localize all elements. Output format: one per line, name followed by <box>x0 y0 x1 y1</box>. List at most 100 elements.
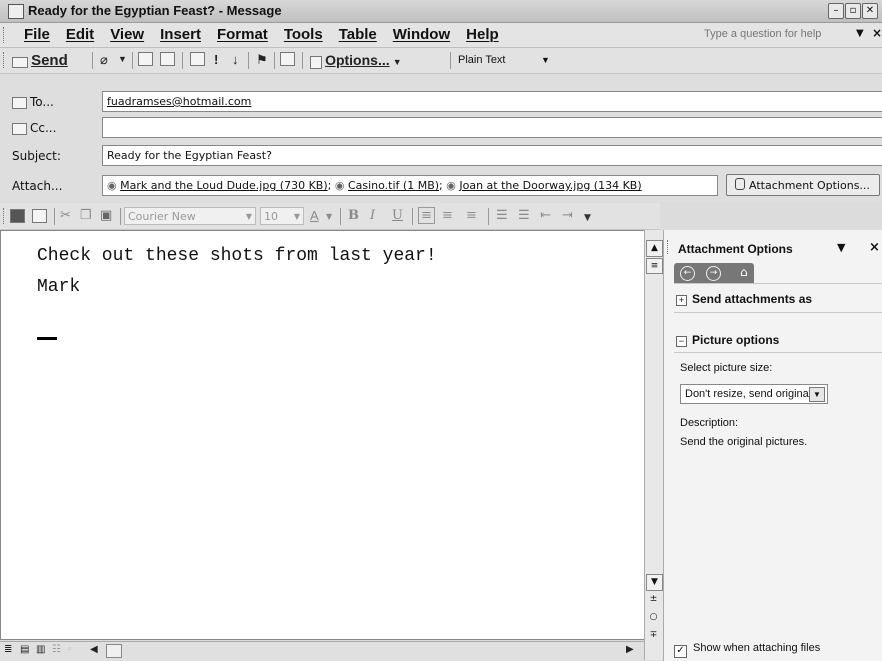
previous-page-icon[interactable]: ± <box>646 592 661 607</box>
font-color-dropdown-icon[interactable]: ▼ <box>326 212 332 221</box>
flag-icon[interactable]: ⚑ <box>256 52 268 68</box>
toolbar-options-icon[interactable]: ▼ <box>584 213 591 223</box>
align-right-icon[interactable]: ≡ <box>466 208 477 223</box>
pane-navigation: ← → ⌂ <box>674 263 754 283</box>
message-format-select[interactable]: Plain Text ▼ <box>455 51 555 69</box>
scroll-up-button[interactable]: ▲ <box>646 240 663 257</box>
menubar-grip[interactable] <box>3 27 7 43</box>
text-cursor <box>37 337 57 340</box>
menu-file[interactable]: File <box>16 26 58 43</box>
print-icon <box>32 209 47 223</box>
web-layout-icon[interactable]: ▤ <box>20 644 29 660</box>
pane-grip[interactable] <box>667 240 671 254</box>
picture-options-expander[interactable]: − Picture options <box>676 333 779 347</box>
window-title: Ready for the Egyptian Feast? - Message <box>28 3 282 18</box>
normal-view-icon[interactable]: ≣ <box>4 644 12 660</box>
forward-icon[interactable]: → <box>706 266 721 281</box>
attach-label[interactable]: Attach... <box>12 179 62 193</box>
to-button[interactable]: To... <box>12 95 54 109</box>
attachment-1[interactable]: Mark and the Loud Dude.jpg (730 KB) <box>120 179 328 192</box>
address-book-button[interactable] <box>138 52 153 68</box>
align-center-icon[interactable]: ≡ <box>442 208 453 223</box>
print-layout-icon[interactable]: ▥ <box>36 644 45 660</box>
importance-high-icon[interactable]: ! <box>214 52 218 68</box>
attachment-3[interactable]: Joan at the Doorway.jpg (134 KB) <box>459 179 641 192</box>
select-browse-object-icon[interactable]: ○ <box>646 610 661 625</box>
to-recipient[interactable]: fuadramses@hotmail.com <box>107 95 251 108</box>
scroll-left-button[interactable]: ◀ <box>90 644 98 660</box>
horizontal-scroll-thumb[interactable] <box>106 644 122 658</box>
scroll-down-button[interactable]: ▼ <box>646 574 663 591</box>
maximize-button[interactable]: ▫ <box>845 3 861 19</box>
bold-icon[interactable]: B <box>348 208 359 223</box>
close-document-icon[interactable]: × <box>872 26 882 40</box>
cc-field[interactable] <box>102 117 882 138</box>
check-names-button[interactable] <box>160 52 175 68</box>
align-left-icon[interactable]: ≡ <box>418 207 435 224</box>
options-button[interactable]: Options... ▼ <box>310 52 402 69</box>
menu-help[interactable]: Help <box>458 26 507 43</box>
save-button[interactable] <box>10 209 25 225</box>
increase-indent-icon[interactable]: ⇥ <box>562 208 573 223</box>
picture-size-select[interactable]: Don't resize, send originals ▼ <box>680 384 828 404</box>
outline-view-icon[interactable]: ☷ <box>52 644 61 660</box>
send-attachments-as-expander[interactable]: + Send attachments as <box>676 292 812 306</box>
separator <box>340 208 341 225</box>
pane-close-icon[interactable]: × <box>869 240 880 255</box>
formatting-grip[interactable] <box>3 208 7 224</box>
help-dropdown-icon[interactable]: ▼ <box>856 28 864 39</box>
insert-file-button[interactable]: ⌀ <box>100 52 108 68</box>
menu-bar: File Edit View Insert Format Tools Table… <box>0 23 882 48</box>
cut-icon[interactable]: ✂ <box>60 208 71 223</box>
numbered-list-icon[interactable]: ☰ <box>496 208 508 223</box>
subject-field[interactable]: Ready for the Egyptian Feast? <box>102 145 882 166</box>
menu-window[interactable]: Window <box>385 26 458 43</box>
print-button[interactable] <box>32 209 47 225</box>
permission-button[interactable] <box>280 52 295 68</box>
reading-view-icon[interactable]: ▫ <box>68 644 72 660</box>
help-search-input[interactable]: Type a question for help <box>704 28 821 40</box>
menu-table[interactable]: Table <box>331 26 385 43</box>
next-page-icon[interactable]: ∓ <box>646 628 661 643</box>
attachment-icon: ◉ <box>334 179 345 192</box>
vertical-scrollbar[interactable]: ▲ ≡ ▼ ± ○ ∓ <box>644 230 664 660</box>
toolbar-grip[interactable] <box>3 52 7 68</box>
italic-icon[interactable]: I <box>370 208 375 223</box>
address-book-icon <box>12 96 27 109</box>
separator <box>412 208 413 225</box>
attachment-2[interactable]: Casino.tif (1 MB) <box>348 179 439 192</box>
send-button[interactable]: Send <box>12 52 68 69</box>
attachment-options-button[interactable]: Attachment Options... <box>726 174 880 196</box>
menu-edit[interactable]: Edit <box>58 26 102 43</box>
importance-low-icon[interactable]: ↓ <box>232 52 239 68</box>
menu-view[interactable]: View <box>102 26 152 43</box>
underline-icon[interactable]: U <box>392 208 403 223</box>
back-icon[interactable]: ← <box>680 266 695 281</box>
message-options-icon-button[interactable] <box>190 52 205 68</box>
menu-format[interactable]: Format <box>209 26 276 43</box>
home-icon[interactable]: ⌂ <box>740 265 748 279</box>
subject-label: Subject: <box>12 149 61 163</box>
message-body[interactable]: Check out these shots from last year! Ma… <box>0 230 644 640</box>
copy-icon[interactable]: ❐ <box>80 208 92 223</box>
scroll-thumb[interactable]: ≡ <box>646 258 663 274</box>
scroll-right-button[interactable]: ▶ <box>626 644 634 660</box>
show-when-attaching-checkbox[interactable]: ✓ Show when attaching files <box>674 642 820 658</box>
attachments-field[interactable]: ◉ Mark and the Loud Dude.jpg (730 KB); ◉… <box>102 175 718 196</box>
paste-icon[interactable]: ▣ <box>100 208 112 223</box>
message-window: Ready for the Egyptian Feast? - Message … <box>0 0 882 661</box>
decrease-indent-icon[interactable]: ⇤ <box>540 208 551 223</box>
close-button[interactable]: ✕ <box>862 3 878 19</box>
to-field[interactable]: fuadramses@hotmail.com <box>102 91 882 112</box>
insert-file-dropdown-icon[interactable]: ▼ <box>118 54 127 70</box>
separator <box>54 208 55 225</box>
menu-tools[interactable]: Tools <box>276 26 331 43</box>
minimize-button[interactable]: – <box>828 3 844 19</box>
font-select[interactable]: Courier New ▼ <box>124 207 256 225</box>
menu-insert[interactable]: Insert <box>152 26 209 43</box>
cc-button[interactable]: Cc... <box>12 121 56 135</box>
bulleted-list-icon[interactable]: ☰ <box>518 208 530 223</box>
pane-menu-icon[interactable]: ▼ <box>837 241 845 254</box>
font-size-select[interactable]: 10 ▼ <box>260 207 304 225</box>
font-color-icon[interactable]: A <box>310 208 319 223</box>
